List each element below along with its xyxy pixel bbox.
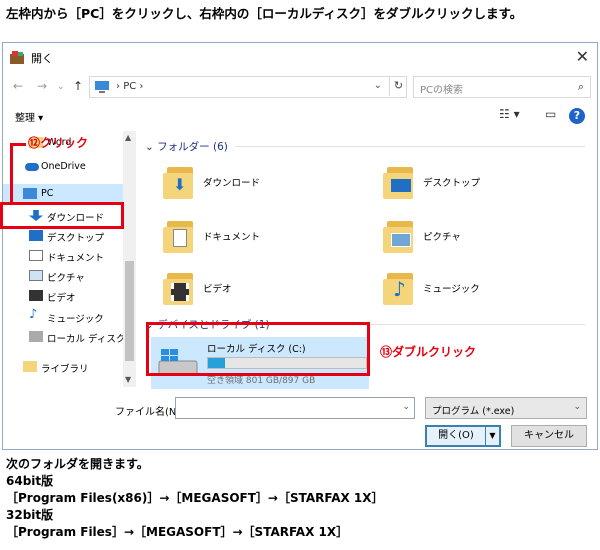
open-dropdown-icon[interactable]: ▼: [485, 427, 499, 445]
pc-icon: [23, 188, 37, 199]
nav-item-pictures[interactable]: ピクチャ: [3, 266, 123, 286]
drive-icon: [29, 331, 43, 342]
forward-arrow-icon[interactable]: →: [37, 79, 47, 93]
folder-pictures[interactable]: ピクチャ: [381, 217, 581, 257]
chevron-down-icon[interactable]: ⌄: [402, 402, 410, 412]
nav-item-pc[interactable]: PC: [3, 184, 123, 204]
instruction-top: 左枠内から［PC］をクリックし、右枠内の［ローカルディスク］をダブルクリックしま…: [6, 6, 523, 21]
organize-menu[interactable]: 整理 ▾: [15, 109, 43, 124]
navigation-pane: Word OneDrive PC ダウンロード デスクトップ ドキュメント ピク…: [3, 131, 136, 387]
nav-item-videos[interactable]: ビデオ: [3, 286, 123, 306]
address-path: › PC ›: [116, 81, 144, 92]
open-button[interactable]: 開く(O) ▼: [425, 425, 501, 447]
title-bar: 開く ✕: [3, 43, 597, 71]
folder-documents[interactable]: ドキュメント: [161, 217, 361, 257]
nav-scrollbar[interactable]: ▲ ▼: [123, 131, 136, 387]
nav-item-music[interactable]: ♪ ミュージック: [3, 307, 123, 327]
picture-icon: [381, 217, 417, 255]
music-note-icon: ♪: [29, 307, 38, 322]
picture-icon: [29, 270, 43, 281]
address-dropdown-icon[interactable]: ⌄: [374, 80, 382, 91]
scroll-up-icon[interactable]: ▲: [125, 133, 131, 142]
file-type-select[interactable]: プログラム (*.exe) ⌄: [425, 397, 587, 419]
search-placeholder: PCの検索: [420, 85, 464, 96]
refresh-icon[interactable]: ↻: [389, 76, 407, 96]
folder-videos[interactable]: ビデオ: [161, 269, 361, 309]
instruction-line: 次のフォルダを開きます。: [6, 457, 149, 471]
highlight-pc: [0, 202, 124, 229]
folders-group-header[interactable]: ⌄ フォルダー (6): [145, 139, 228, 154]
close-icon[interactable]: ✕: [576, 47, 589, 66]
cancel-button[interactable]: キャンセル: [511, 425, 587, 447]
desktop-icon: [381, 163, 417, 201]
nav-item-desktop[interactable]: デスクトップ: [3, 226, 123, 246]
instruction-line: 64bit版: [6, 474, 54, 488]
view-options-icon[interactable]: ☷ ▾: [499, 107, 520, 121]
navigation-bar: ← → ⌄ ↑ › PC › ⌄ ↻ PCの検索 ⌕: [3, 73, 597, 101]
preview-pane-icon[interactable]: ▭: [545, 107, 556, 121]
film-icon: [29, 290, 43, 301]
document-icon: [161, 217, 197, 255]
highlight-local-disk: [146, 322, 370, 376]
document-icon: [29, 250, 43, 261]
scroll-down-icon[interactable]: ▼: [125, 375, 131, 384]
toolbar: 整理 ▾ ☷ ▾ ▭ ?: [3, 103, 597, 129]
divider: [235, 146, 585, 147]
address-bar[interactable]: › PC › ⌄: [89, 76, 407, 98]
instruction-line: 32bit版: [6, 508, 54, 522]
film-icon: [161, 269, 197, 307]
instruction-line: ［Program Files(x86)］→［MEGASOFT］→［STARFAX…: [6, 491, 384, 505]
app-icon: [10, 51, 24, 64]
up-arrow-icon[interactable]: ↑: [73, 79, 83, 93]
music-note-icon: ♪: [381, 269, 417, 307]
folder-icon: [23, 361, 37, 372]
chevron-down-icon: ⌄: [573, 402, 581, 412]
callout-line-vertical: [10, 143, 13, 203]
nav-item-documents[interactable]: ドキュメント: [3, 246, 123, 266]
download-arrow-icon: ⬇: [161, 163, 197, 201]
instruction-line: ［Program Files］→［MEGASOFT］→［STARFAX 1X］: [6, 525, 349, 539]
filename-input[interactable]: ⌄: [175, 397, 415, 419]
search-box[interactable]: PCの検索 ⌕: [413, 76, 591, 98]
nav-item-onedrive[interactable]: OneDrive: [3, 157, 123, 177]
desktop-icon: [29, 230, 43, 241]
search-icon: ⌕: [577, 80, 584, 93]
file-type-value: プログラム (*.exe): [432, 406, 515, 417]
folder-downloads[interactable]: ⬇ ダウンロード: [161, 163, 361, 203]
nav-item-local-disk[interactable]: ローカル ディスク (C: [3, 327, 136, 347]
callout-line-horizontal: [10, 143, 26, 146]
click-callout: ⑫クリック: [28, 136, 89, 150]
scrollbar-thumb[interactable]: [125, 261, 134, 361]
double-click-callout: ⑬ダブルクリック: [380, 345, 477, 359]
open-dialog: 開く ✕ ← → ⌄ ↑ › PC › ⌄ ↻ PCの検索 ⌕ 整理 ▾ ☷ ▾…: [2, 42, 598, 450]
nav-item-libraries[interactable]: ライブラリ: [3, 357, 123, 377]
open-button-label: 開く(O): [438, 430, 474, 441]
pc-icon: [95, 81, 109, 93]
help-icon[interactable]: ?: [569, 108, 585, 124]
folder-music[interactable]: ♪ ミュージック: [381, 269, 581, 309]
recent-chevron-icon[interactable]: ⌄: [57, 82, 65, 92]
cloud-icon: [25, 163, 39, 171]
instruction-bottom: 次のフォルダを開きます。 64bit版 ［Program Files(x86)］…: [6, 456, 596, 541]
dialog-title: 開く: [31, 52, 53, 65]
filename-label: ファイル名(N):: [115, 407, 184, 418]
back-arrow-icon[interactable]: ←: [13, 79, 23, 93]
folder-desktop[interactable]: デスクトップ: [381, 163, 581, 203]
